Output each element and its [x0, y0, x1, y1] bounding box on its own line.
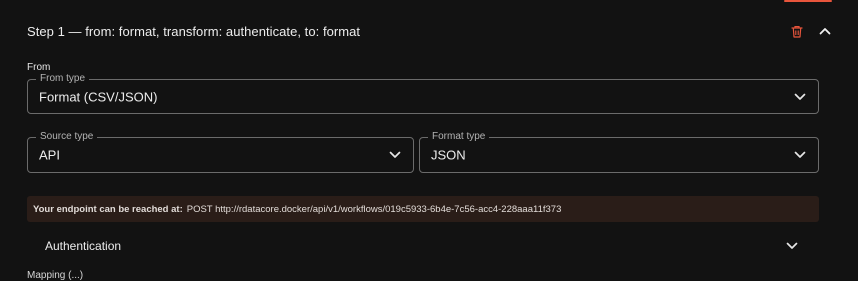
from-section-label: From: [27, 62, 51, 73]
source-type-legend: Source type: [36, 131, 98, 143]
format-type-value: JSON: [431, 147, 466, 163]
trash-icon: [791, 25, 803, 38]
endpoint-url: POST http://rdatacore.docker/api/v1/work…: [186, 203, 562, 215]
collapse-step-button[interactable]: [814, 20, 836, 42]
authentication-title: Authentication: [45, 239, 122, 253]
chevron-down-icon: [388, 148, 402, 162]
format-type-legend: Format type: [428, 131, 490, 143]
from-type-value: Format (CSV/JSON): [39, 89, 158, 104]
authentication-accordion[interactable]: Authentication: [45, 236, 801, 256]
endpoint-label: Your endpoint can be reached at:: [33, 203, 183, 215]
chevron-down-icon: [793, 90, 807, 104]
step-header: Step 1 — from: format, transform: authen…: [27, 20, 831, 42]
step-title: Step 1 — from: format, transform: authen…: [27, 23, 361, 39]
source-type-select[interactable]: Source type API: [27, 131, 414, 173]
format-type-select[interactable]: Format type JSON: [419, 131, 819, 173]
chevron-up-icon: [819, 28, 831, 35]
from-type-select[interactable]: From type Format (CSV/JSON): [27, 73, 819, 114]
chevron-down-icon: [786, 242, 798, 250]
chevron-down-icon: [793, 148, 807, 162]
top-accent-bar: [784, 0, 832, 2]
source-type-value: API: [39, 147, 60, 163]
from-type-legend: From type: [36, 73, 90, 85]
delete-step-button[interactable]: [786, 20, 808, 42]
step-actions: [786, 20, 836, 42]
endpoint-banner: Your endpoint can be reached at: POST ht…: [27, 196, 819, 222]
